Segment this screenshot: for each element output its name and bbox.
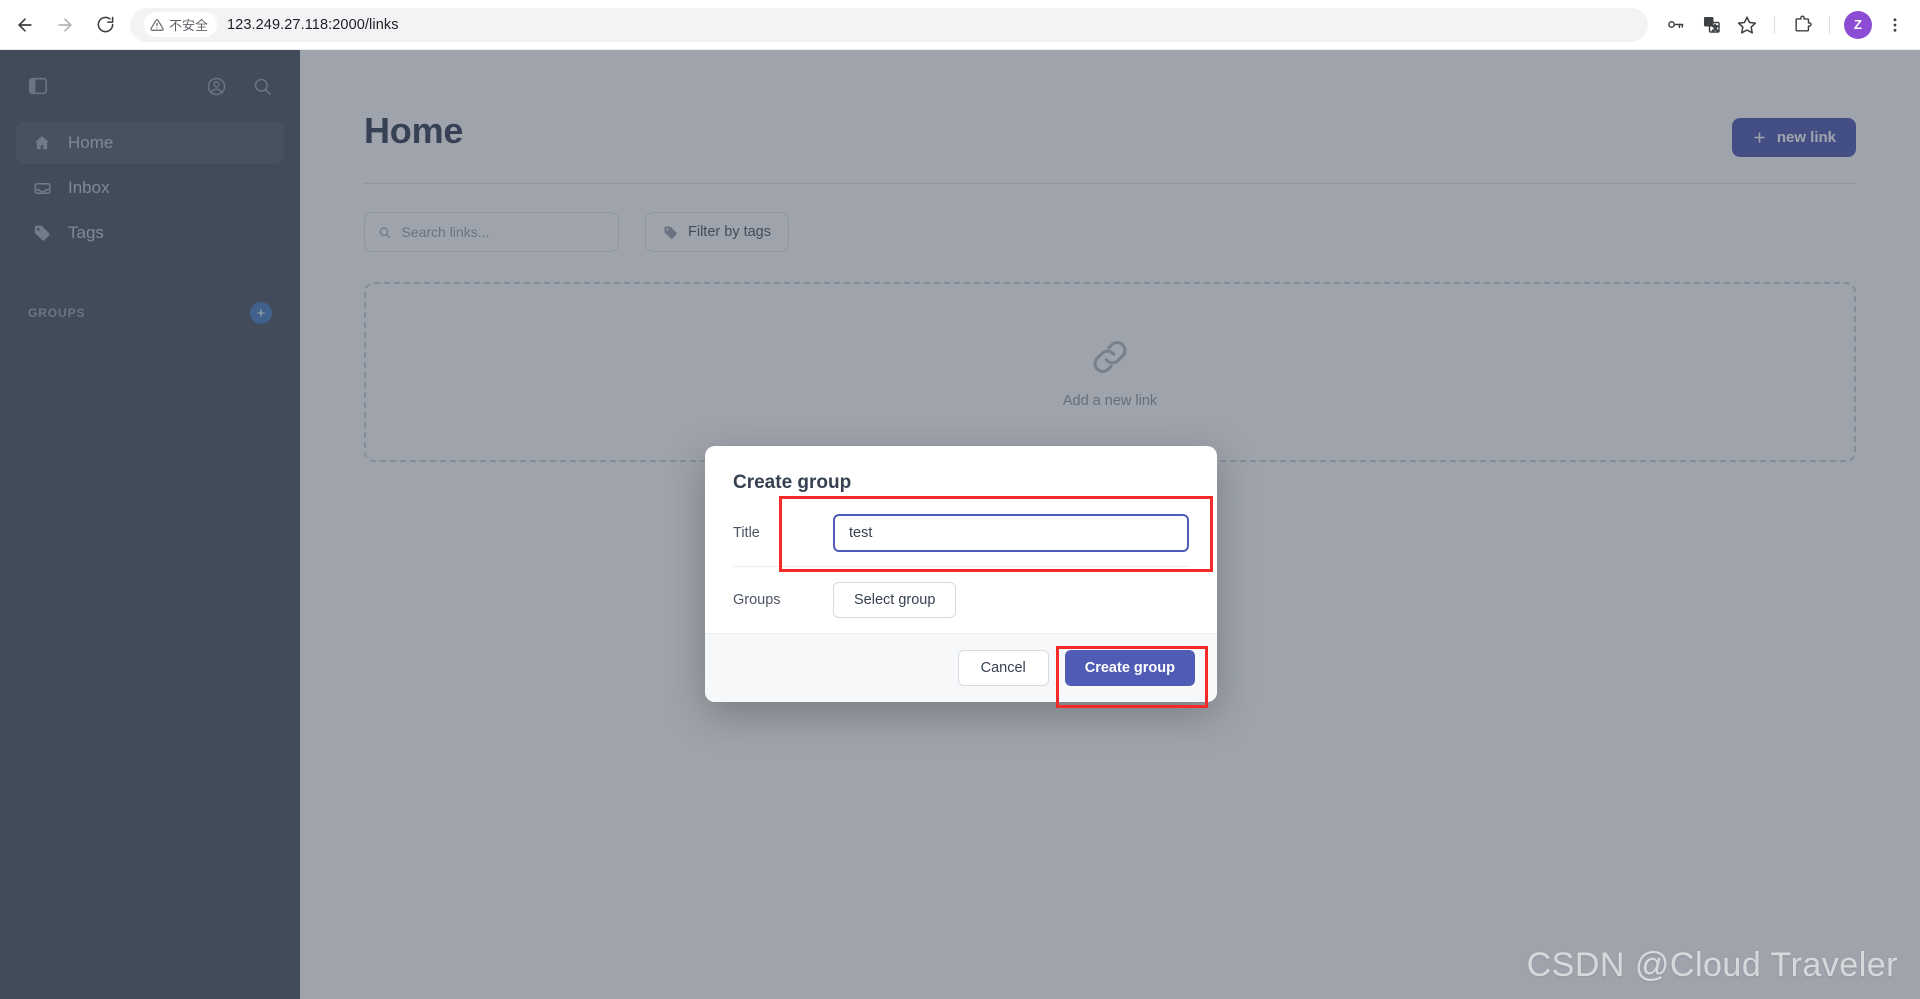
- extensions-puzzle-icon[interactable]: [1785, 8, 1819, 42]
- browser-nav-buttons: [0, 6, 124, 44]
- password-key-icon[interactable]: [1658, 8, 1692, 42]
- forward-button[interactable]: [46, 6, 84, 44]
- groups-field-label: Groups: [733, 592, 781, 608]
- app-viewport: Home Inbox Tags GROUPS + Home new link S…: [0, 50, 1920, 999]
- group-title-input[interactable]: [833, 514, 1189, 552]
- browser-toolbar-actions: G 文 Z: [1658, 8, 1920, 42]
- svg-text:文: 文: [1712, 23, 1719, 32]
- browser-toolbar: 不安全 123.249.27.118:2000/links G 文 Z: [0, 0, 1920, 50]
- create-group-modal: Create group Title Groups Select group C…: [705, 446, 1217, 702]
- toolbar-divider-2: [1829, 15, 1830, 34]
- translate-icon[interactable]: G 文: [1694, 8, 1728, 42]
- warning-triangle-icon: [150, 18, 164, 31]
- browser-menu-icon[interactable]: [1878, 8, 1912, 42]
- bookmark-star-icon[interactable]: [1730, 8, 1764, 42]
- profile-avatar[interactable]: Z: [1844, 10, 1872, 39]
- modal-footer: Cancel Create group: [705, 633, 1217, 702]
- modal-title: Create group: [733, 472, 852, 493]
- title-field-label: Title: [733, 525, 760, 541]
- toolbar-divider: [1774, 15, 1775, 34]
- url-text: 123.249.27.118:2000/links: [227, 16, 399, 33]
- security-warning-text: 不安全: [169, 18, 209, 33]
- groups-form-row: Groups Select group: [733, 567, 1189, 633]
- watermark-text: CSDN @Cloud Traveler: [1526, 946, 1898, 984]
- modal-body: Title Groups Select group: [705, 500, 1217, 633]
- address-bar[interactable]: 不安全 123.249.27.118:2000/links: [130, 7, 1648, 42]
- svg-text:G: G: [1705, 19, 1710, 26]
- create-group-submit-button[interactable]: Create group: [1064, 650, 1195, 686]
- select-group-button[interactable]: Select group: [833, 582, 957, 618]
- reload-button[interactable]: [86, 6, 124, 44]
- title-form-row: Title: [733, 500, 1189, 566]
- security-status-chip[interactable]: 不安全: [144, 12, 218, 37]
- back-button[interactable]: [6, 6, 44, 44]
- cancel-button[interactable]: Cancel: [957, 650, 1049, 686]
